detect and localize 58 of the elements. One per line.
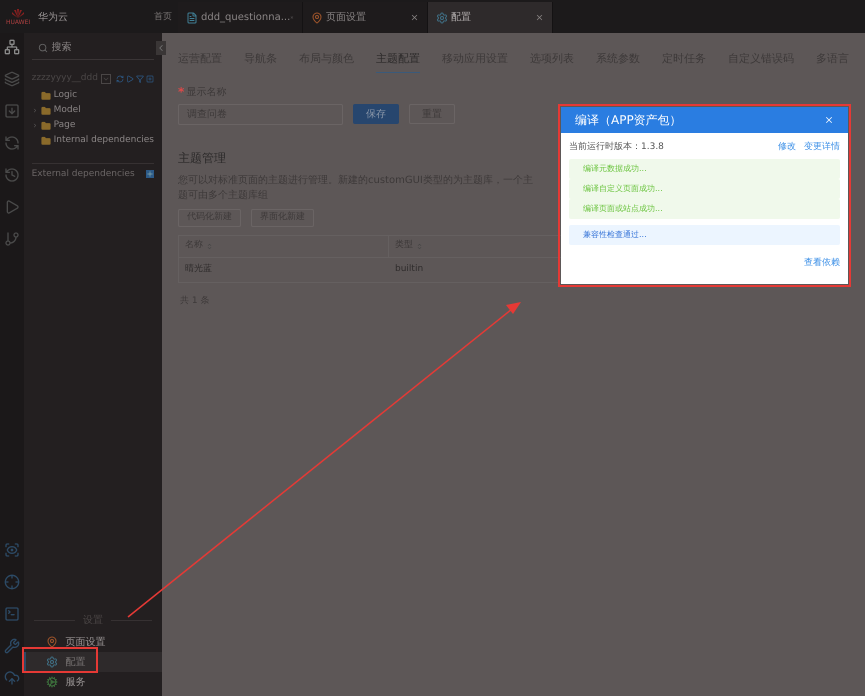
nav-item[interactable]: 服务 xyxy=(24,672,162,692)
branch-icon[interactable] xyxy=(4,231,20,247)
save-button[interactable]: 保存 xyxy=(353,104,399,124)
home-link[interactable]: 首页 xyxy=(154,10,172,24)
hierarchy-icon[interactable] xyxy=(4,39,20,55)
folder-icon xyxy=(40,106,51,116)
view-dependencies-link[interactable]: 查看依赖 xyxy=(804,256,840,270)
status-message: 编译自定义页面成功... xyxy=(569,178,840,198)
map-pin-icon xyxy=(311,12,323,24)
link[interactable]: 变更详情 xyxy=(804,141,840,154)
folder-icon xyxy=(40,90,51,100)
map-pin-icon xyxy=(46,636,58,648)
section-label: External dependencies xyxy=(32,168,135,180)
history-icon[interactable] xyxy=(4,167,20,183)
gear-icon xyxy=(46,676,58,688)
play-icon[interactable] xyxy=(126,74,134,83)
collapse-icon[interactable] xyxy=(156,41,166,55)
search-field[interactable]: 搜索 xyxy=(52,40,152,55)
folder-icon xyxy=(40,136,51,146)
editor-tab[interactable]: 配置 xyxy=(428,2,553,33)
gear-icon xyxy=(46,656,58,668)
cloud-upload-icon[interactable] xyxy=(4,670,20,686)
status-message: 编译页面或站点成功... xyxy=(569,198,840,218)
tree-item[interactable]: Internal dependencies xyxy=(54,134,154,148)
sort-icon xyxy=(206,242,213,250)
circular-arrows-icon[interactable] xyxy=(4,135,20,151)
wrench-icon[interactable] xyxy=(4,638,20,654)
dropdown-icon[interactable] xyxy=(100,74,111,84)
version-text: 当前运行时版本：1.3.8 xyxy=(569,141,664,154)
close-icon[interactable] xyxy=(410,13,419,22)
required-mark: * xyxy=(178,87,184,97)
search-icon xyxy=(38,42,48,52)
play-icon[interactable] xyxy=(4,199,20,215)
nav-item[interactable]: 页面设置 xyxy=(24,632,162,652)
terminal-icon[interactable] xyxy=(4,606,20,622)
add-icon[interactable] xyxy=(146,170,154,178)
target-icon[interactable] xyxy=(4,574,20,590)
close-icon[interactable] xyxy=(824,115,834,125)
folder-icon xyxy=(40,120,51,130)
brand-name: 华为云 xyxy=(38,10,70,25)
download-box-icon[interactable] xyxy=(4,103,20,119)
layers-icon[interactable] xyxy=(4,71,20,87)
sort-icon xyxy=(416,242,423,250)
tree-item[interactable]: Model xyxy=(54,104,81,118)
close-icon[interactable] xyxy=(535,13,544,22)
filter-icon[interactable] xyxy=(136,74,144,83)
link[interactable]: 修改 xyxy=(778,141,796,154)
dialog-title: 编译（APP资产包） xyxy=(575,112,682,129)
nav-item[interactable]: 配置 xyxy=(24,652,162,672)
eye-icon[interactable] xyxy=(4,542,20,558)
flower-logo-icon xyxy=(11,9,26,19)
refresh-icon[interactable] xyxy=(116,74,124,83)
status-message: 兼容性检查通过... xyxy=(569,224,840,244)
gear-icon xyxy=(436,12,448,24)
document-icon xyxy=(186,12,198,24)
tree-item[interactable]: Page xyxy=(54,118,76,132)
tree-item[interactable]: Logic xyxy=(54,88,78,102)
status-message: 编译元数据成功... xyxy=(569,158,840,178)
